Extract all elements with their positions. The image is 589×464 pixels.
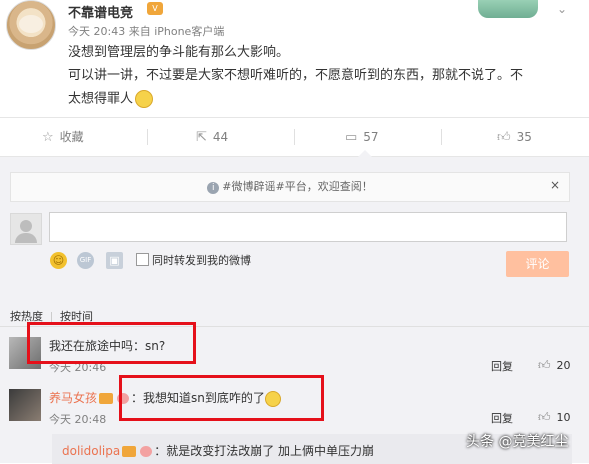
- repost-icon: ⇱: [196, 130, 207, 145]
- divider: [294, 129, 295, 145]
- chevron-down-icon[interactable]: ⌄: [557, 2, 567, 16]
- comment-1-likes: 20: [556, 359, 571, 372]
- close-icon[interactable]: ×: [550, 178, 560, 192]
- post-meta: 今天 20:43 来自 iPhone客户端: [68, 25, 225, 38]
- post-action-bar: ☆ 收藏 ⇱ 44 ▭ 57 👍︎ 35: [0, 117, 589, 157]
- comment-2-likes: 10: [556, 411, 571, 424]
- repost-button[interactable]: ⇱ 44: [196, 118, 228, 156]
- thumbs-up-icon: 👍︎: [538, 410, 551, 424]
- comment-icon: ▭: [345, 130, 358, 145]
- divider: [441, 129, 442, 145]
- divider: [147, 129, 148, 145]
- post-author-name[interactable]: 不靠谱电竞: [68, 2, 133, 21]
- sub-reply-line: dolidolipa ：就是改变打法改崩了 加上俩中单压力崩: [62, 442, 374, 459]
- emoji-picker-icon[interactable]: ☺: [50, 252, 67, 269]
- image-upload-icon[interactable]: ▣: [106, 252, 123, 269]
- sub-reply-text: ：就是改变打法改崩了 加上俩中单压力崩: [154, 444, 375, 458]
- post-author-avatar[interactable]: [6, 0, 56, 50]
- notice-text: #微博辟谣#平台，欢迎查阅！: [222, 180, 373, 193]
- divider: [51, 311, 52, 323]
- post-text-line-3: 太想得罪人: [68, 90, 154, 109]
- reply-button[interactable]: 回复: [491, 358, 513, 374]
- watermark: 头条 @竞美红尘: [466, 434, 569, 450]
- current-user-avatar: [10, 213, 42, 245]
- repost-count: 44: [212, 130, 229, 144]
- comment-avatar[interactable]: [9, 389, 41, 421]
- vip-badge-icon: [99, 393, 114, 404]
- star-icon: ☆: [42, 130, 54, 145]
- like-button[interactable]: 👍︎ 35: [497, 118, 532, 156]
- vip-badge-icon: V: [147, 2, 163, 15]
- reply-button[interactable]: 回复: [491, 410, 513, 426]
- sad-emoji-icon: [135, 90, 154, 108]
- favorite-label: 收藏: [59, 130, 84, 144]
- repost-checkbox[interactable]: [136, 253, 149, 266]
- repost-checkbox-label[interactable]: 同时转发到我的微博: [152, 252, 251, 268]
- like-count: 35: [516, 130, 532, 144]
- decorative-card-icon: [478, 0, 538, 18]
- gif-icon[interactable]: GIF: [77, 252, 94, 269]
- comment-2-time: 今天 20:48: [49, 413, 107, 426]
- favorite-button[interactable]: ☆ 收藏: [42, 118, 84, 156]
- comment-input[interactable]: [49, 212, 567, 242]
- heart-badge-icon: [140, 446, 153, 457]
- post-text-line-1: 没想到管理层的争斗能有那么大影响。: [68, 45, 290, 60]
- submit-comment-button[interactable]: 评论: [506, 251, 569, 277]
- comment-count: 57: [363, 130, 379, 144]
- vip-badge-icon: [122, 446, 137, 457]
- rumor-notice[interactable]: i #微博辟谣#平台，欢迎查阅！: [10, 172, 570, 202]
- highlight-box: [27, 322, 196, 364]
- highlight-box: [119, 375, 324, 421]
- comment-2-user[interactable]: 养马女孩: [49, 391, 97, 405]
- avatar-face: [19, 15, 43, 33]
- comment-like-button[interactable]: 👍︎ 10: [538, 410, 571, 425]
- comment-like-button[interactable]: 👍︎ 20: [538, 358, 571, 373]
- info-icon: i: [207, 182, 220, 194]
- sub-reply-user[interactable]: dolidolipa: [62, 444, 120, 458]
- thumbs-up-icon: 👍︎: [497, 130, 511, 145]
- thumbs-up-icon: 👍︎: [538, 358, 551, 372]
- post-text-line-3-text: 太想得罪人: [68, 91, 134, 107]
- panel-caret: [358, 150, 372, 157]
- post-text-line-2: 可以讲一讲，不过要是大家不想听难听的，不愿意听到的东西，那就不说了。不: [68, 68, 524, 83]
